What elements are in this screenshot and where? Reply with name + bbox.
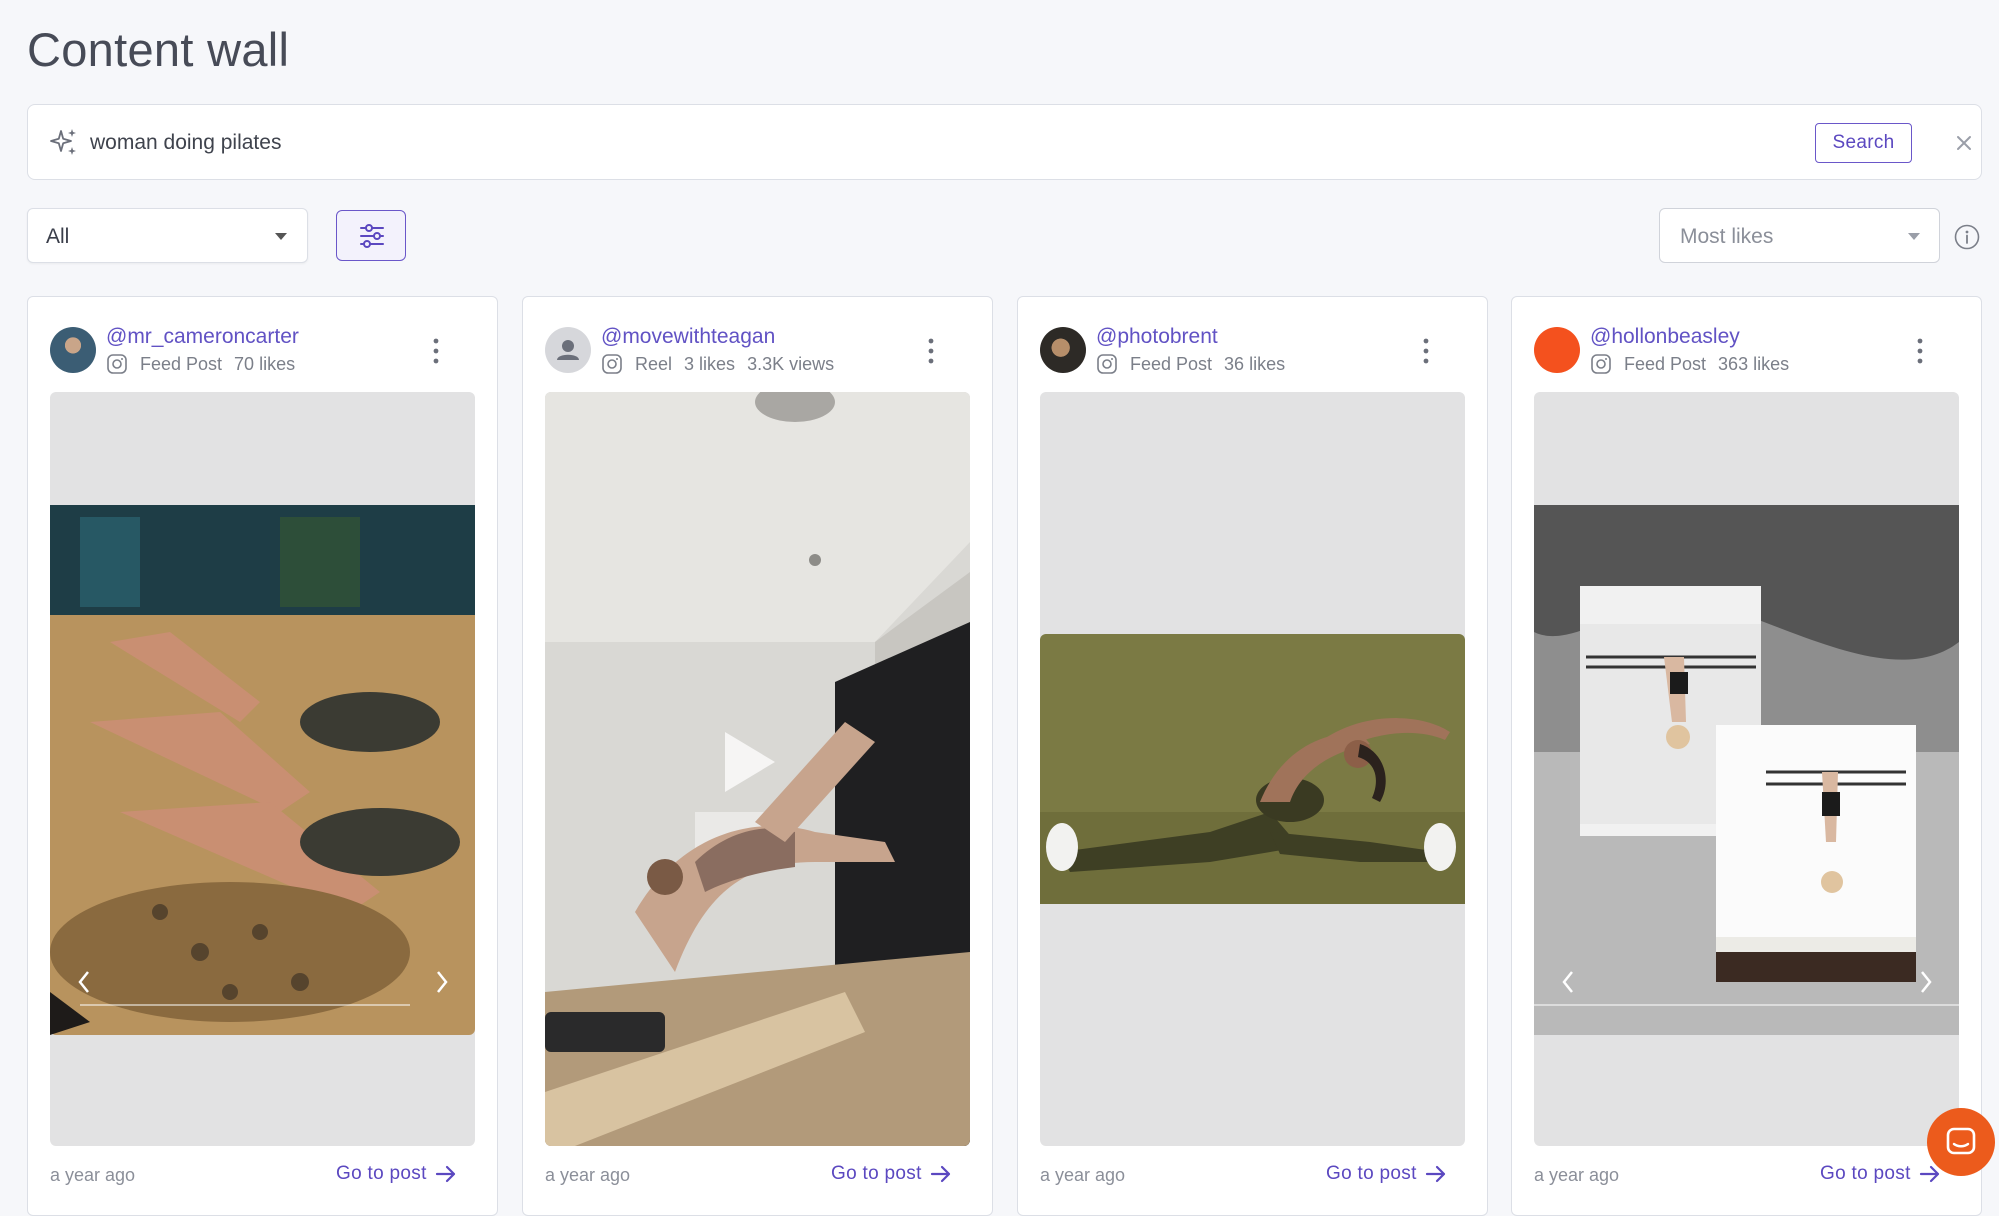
type-filter-value: All	[46, 225, 70, 248]
views-count: 3.3K views	[747, 353, 835, 374]
sparkle-icon	[50, 129, 76, 155]
default-user-icon	[557, 340, 579, 360]
content-card: @photobrent Feed Post 36 likes a year ag…	[1017, 296, 1488, 1216]
chevron-down-icon	[275, 233, 287, 240]
go-to-post-label: Go to post	[336, 1163, 427, 1184]
type-filter-select[interactable]: All	[27, 208, 308, 263]
post-media[interactable]	[545, 392, 970, 1146]
post-type: Feed Post	[1130, 353, 1213, 374]
post-media[interactable]	[1534, 392, 1959, 1146]
more-options-icon[interactable]	[1422, 337, 1430, 365]
likes-count: 36 likes	[1224, 353, 1286, 374]
post-time: a year ago	[545, 1165, 631, 1185]
more-options-icon[interactable]	[927, 337, 935, 365]
content-card: @hollonbeasley Feed Post 363 likes a yea…	[1511, 296, 1982, 1216]
avatar[interactable]	[50, 327, 96, 373]
chat-icon	[1946, 1127, 1976, 1155]
pilates-class-image	[50, 505, 475, 1035]
post-type: Feed Post	[1624, 353, 1707, 374]
content-card: @mr_cameroncarter Feed Post 70 likes a y…	[27, 296, 498, 1216]
post-media[interactable]	[50, 392, 475, 1146]
instagram-icon	[1097, 354, 1117, 374]
post-type: Feed Post	[140, 353, 223, 374]
reformer-reel-image	[545, 392, 970, 1146]
avatar[interactable]	[1534, 327, 1580, 373]
side-stretch-image	[1040, 634, 1465, 904]
creator-handle-link[interactable]: @hollonbeasley	[1590, 325, 1740, 349]
creator-handle-link[interactable]: @movewithteagan	[601, 325, 775, 349]
avatar[interactable]	[545, 327, 591, 373]
post-time: a year ago	[1040, 1165, 1126, 1185]
search-bar: Search	[27, 104, 1982, 180]
advanced-filters-button[interactable]	[336, 210, 406, 261]
page-title: Content wall	[27, 23, 290, 76]
post-time: a year ago	[1534, 1165, 1620, 1185]
close-icon[interactable]	[1952, 131, 1976, 155]
instagram-icon	[107, 354, 127, 374]
go-to-post-link[interactable]: Go to post	[336, 1163, 457, 1185]
go-to-post-link[interactable]: Go to post	[1820, 1163, 1941, 1185]
post-time: a year ago	[50, 1165, 136, 1185]
avatar[interactable]	[1040, 327, 1086, 373]
more-options-icon[interactable]	[1916, 337, 1924, 365]
search-button[interactable]: Search	[1815, 123, 1912, 163]
instagram-icon	[1591, 354, 1611, 374]
more-options-icon[interactable]	[432, 337, 440, 365]
arrow-right-icon	[1425, 1165, 1445, 1183]
chevron-down-icon	[1908, 233, 1920, 240]
info-icon[interactable]	[1953, 223, 1981, 251]
chat-launcher-button[interactable]	[1927, 1108, 1995, 1176]
creator-handle-link[interactable]: @photobrent	[1096, 325, 1218, 349]
post-type: Reel	[635, 353, 673, 374]
post-media[interactable]	[1040, 392, 1465, 1146]
go-to-post-label: Go to post	[1326, 1163, 1417, 1184]
inversion-collage-image	[1534, 505, 1959, 1035]
post-meta: Feed Post 70 likes	[106, 353, 295, 375]
go-to-post-link[interactable]: Go to post	[1326, 1163, 1447, 1185]
arrow-right-icon	[1919, 1165, 1939, 1183]
likes-count: 70 likes	[234, 353, 296, 374]
instagram-icon	[602, 354, 622, 374]
go-to-post-link[interactable]: Go to post	[831, 1163, 952, 1185]
sort-select[interactable]: Most likes	[1659, 208, 1940, 263]
arrow-right-icon	[930, 1165, 950, 1183]
search-input[interactable]	[90, 123, 1790, 163]
post-meta: Feed Post 363 likes	[1590, 353, 1789, 375]
go-to-post-label: Go to post	[831, 1163, 922, 1184]
likes-count: 363 likes	[1718, 353, 1790, 374]
arrow-right-icon	[435, 1165, 455, 1183]
post-meta: Reel 3 likes 3.3K views	[601, 353, 834, 375]
sort-placeholder: Most likes	[1680, 225, 1774, 248]
go-to-post-label: Go to post	[1820, 1163, 1911, 1184]
sliders-icon	[360, 224, 384, 248]
content-card: @movewithteagan Reel 3 likes 3.3K views …	[522, 296, 993, 1216]
post-meta: Feed Post 36 likes	[1096, 353, 1285, 375]
creator-handle-link[interactable]: @mr_cameroncarter	[106, 325, 299, 349]
likes-count: 3 likes	[684, 353, 736, 374]
